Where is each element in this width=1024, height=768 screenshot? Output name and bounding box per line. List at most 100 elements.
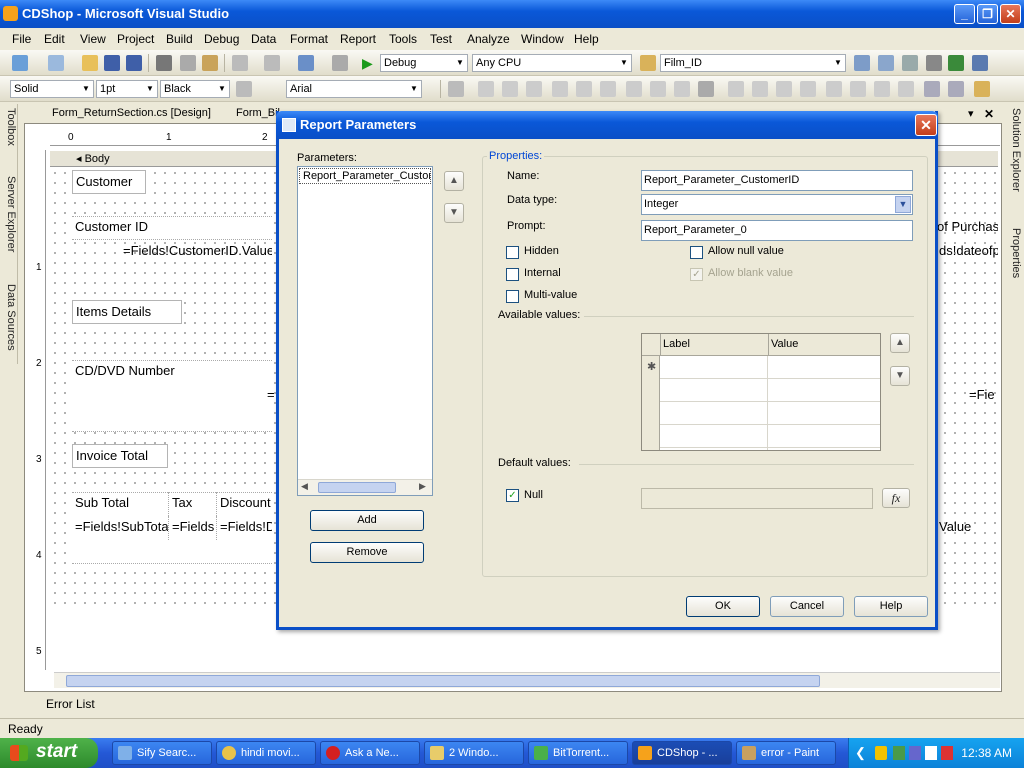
security-shield-icon[interactable]: [875, 746, 887, 760]
properties-tab[interactable]: Properties: [1006, 228, 1022, 278]
grid-move-down-icon[interactable]: ▼: [890, 366, 910, 386]
find-combo[interactable]: Film_ID ▼: [660, 54, 846, 72]
list-item[interactable]: Report_Parameter_Custon: [299, 168, 431, 184]
customer-id-field[interactable]: =Fields!CustomerID.Value: [120, 240, 272, 264]
menu-file[interactable]: File: [12, 32, 31, 46]
tax-field[interactable]: =Fields: [168, 516, 216, 540]
data-sources-tab[interactable]: Data Sources: [1, 284, 17, 351]
cancel-button[interactable]: Cancel: [770, 596, 844, 617]
cd-dvd-number-header[interactable]: CD/DVD Number: [72, 360, 272, 384]
prompt-field[interactable]: Report_Parameter_0: [641, 220, 913, 241]
solution-explorer-icon[interactable]: [854, 55, 870, 71]
scroll-left-icon[interactable]: ◀: [301, 481, 308, 492]
align-rights-icon[interactable]: [526, 81, 542, 97]
add-button[interactable]: Add: [310, 510, 424, 531]
undo-icon[interactable]: [232, 55, 248, 71]
line-style-combo[interactable]: Solid ▼: [10, 80, 94, 98]
align-middles-icon[interactable]: [576, 81, 592, 97]
align-centers-icon[interactable]: [502, 81, 518, 97]
new-project-icon[interactable]: [12, 55, 28, 71]
menu-analyze[interactable]: Analyze: [467, 32, 510, 46]
expression-fx-button[interactable]: fx: [882, 488, 910, 508]
align-bottoms-icon[interactable]: [600, 81, 616, 97]
decrease-h-spacing-icon[interactable]: [776, 81, 792, 97]
start-page-icon[interactable]: [948, 55, 964, 71]
sub-total-header[interactable]: Sub Total: [72, 492, 168, 516]
parameters-hscroll[interactable]: ◀ ▶: [298, 479, 432, 495]
grid-value-column[interactable]: [768, 356, 880, 450]
items-details-textbox[interactable]: Items Details: [72, 300, 182, 324]
sub-total-field[interactable]: =Fields!SubTota: [72, 516, 168, 540]
menu-data[interactable]: Data: [251, 32, 276, 46]
align-lefts-icon[interactable]: [478, 81, 494, 97]
horizontal-scrollbar[interactable]: [54, 672, 1000, 688]
menu-report[interactable]: Report: [340, 32, 376, 46]
make-same-size-icon[interactable]: [674, 81, 690, 97]
increase-h-spacing-icon[interactable]: [752, 81, 768, 97]
start-debug-icon[interactable]: ▶: [362, 55, 378, 71]
task-cdshop[interactable]: CDShop - ...: [632, 741, 732, 765]
tray-app-icon[interactable]: [909, 746, 921, 760]
decrease-v-spacing-icon[interactable]: [874, 81, 890, 97]
save-icon[interactable]: [104, 55, 120, 71]
menu-debug[interactable]: Debug: [204, 32, 239, 46]
find-in-files-icon[interactable]: [640, 55, 656, 71]
add-item-icon[interactable]: [48, 55, 64, 71]
tab-dropdown-icon[interactable]: ▾: [968, 107, 974, 120]
line-width-combo[interactable]: 1pt ▼: [96, 80, 158, 98]
multivalue-checkbox[interactable]: [506, 290, 519, 303]
save-all-icon[interactable]: [126, 55, 142, 71]
scroll-thumb[interactable]: [66, 675, 820, 687]
tax-header[interactable]: Tax: [168, 492, 216, 516]
navigate-icon[interactable]: [298, 55, 314, 71]
menu-tools[interactable]: Tools: [389, 32, 417, 46]
task-bittorrent[interactable]: BitTorrent...: [528, 741, 628, 765]
task-error-paint[interactable]: error - Paint: [736, 741, 836, 765]
platform-combo[interactable]: Any CPU ▼: [472, 54, 632, 72]
grid-move-up-icon[interactable]: ▲: [890, 333, 910, 353]
toolbox-icon[interactable]: [926, 55, 942, 71]
menu-edit[interactable]: Edit: [44, 32, 65, 46]
discount-header[interactable]: Discount: [216, 492, 272, 516]
allow-null-checkbox[interactable]: [690, 246, 703, 259]
hidden-checkbox[interactable]: [506, 246, 519, 259]
size-to-grid-icon[interactable]: [698, 81, 714, 97]
close-document-icon[interactable]: ✕: [984, 107, 994, 121]
paste-icon[interactable]: [202, 55, 218, 71]
help-button[interactable]: Help: [854, 596, 928, 617]
bring-to-front-icon[interactable]: [974, 81, 990, 97]
data-type-select[interactable]: Integer ▼: [641, 194, 913, 215]
error-list-tab[interactable]: Error List: [46, 697, 95, 711]
menu-help[interactable]: Help: [574, 32, 599, 46]
chevron-down-icon[interactable]: ▼: [895, 196, 911, 213]
internal-checkbox[interactable]: [506, 268, 519, 281]
vertical-spacing-icon[interactable]: [826, 81, 842, 97]
align-grid-icon[interactable]: [448, 81, 464, 97]
copy-icon[interactable]: [180, 55, 196, 71]
discount-field[interactable]: =Fields!D: [216, 516, 272, 540]
network-icon[interactable]: [893, 746, 905, 760]
task-ask-a-new[interactable]: Ask a Ne...: [320, 741, 420, 765]
horizontal-spacing-icon[interactable]: [728, 81, 744, 97]
menu-format[interactable]: Format: [290, 32, 328, 46]
grid-col-value[interactable]: Value: [768, 334, 880, 355]
move-down-icon[interactable]: ▼: [444, 203, 464, 223]
maximize-button[interactable]: ❐: [977, 4, 998, 24]
task-2-windows[interactable]: 2 Windo...: [424, 741, 524, 765]
move-up-icon[interactable]: ▲: [444, 171, 464, 191]
open-folder-icon[interactable]: [82, 55, 98, 71]
toolbox-tab[interactable]: Toolbox: [1, 108, 17, 146]
ok-button[interactable]: OK: [686, 596, 760, 617]
align-tops-icon[interactable]: [552, 81, 568, 97]
increase-v-spacing-icon[interactable]: [850, 81, 866, 97]
tab-form-returnsection[interactable]: Form_ReturnSection.cs [Design]: [52, 107, 211, 119]
tab-form-bill[interactable]: Form_Bil: [236, 107, 280, 119]
make-same-height-icon[interactable]: [650, 81, 666, 97]
date-of-purchase-header[interactable]: of Purchas: [934, 216, 998, 240]
nav-forward-icon[interactable]: [332, 55, 348, 71]
cut-icon[interactable]: [156, 55, 172, 71]
center-vertically-icon[interactable]: [948, 81, 964, 97]
cd-price-field[interactable]: =Fie: [966, 384, 998, 408]
dialog-close-button[interactable]: ✕: [915, 114, 937, 136]
border-icon[interactable]: [236, 81, 252, 97]
